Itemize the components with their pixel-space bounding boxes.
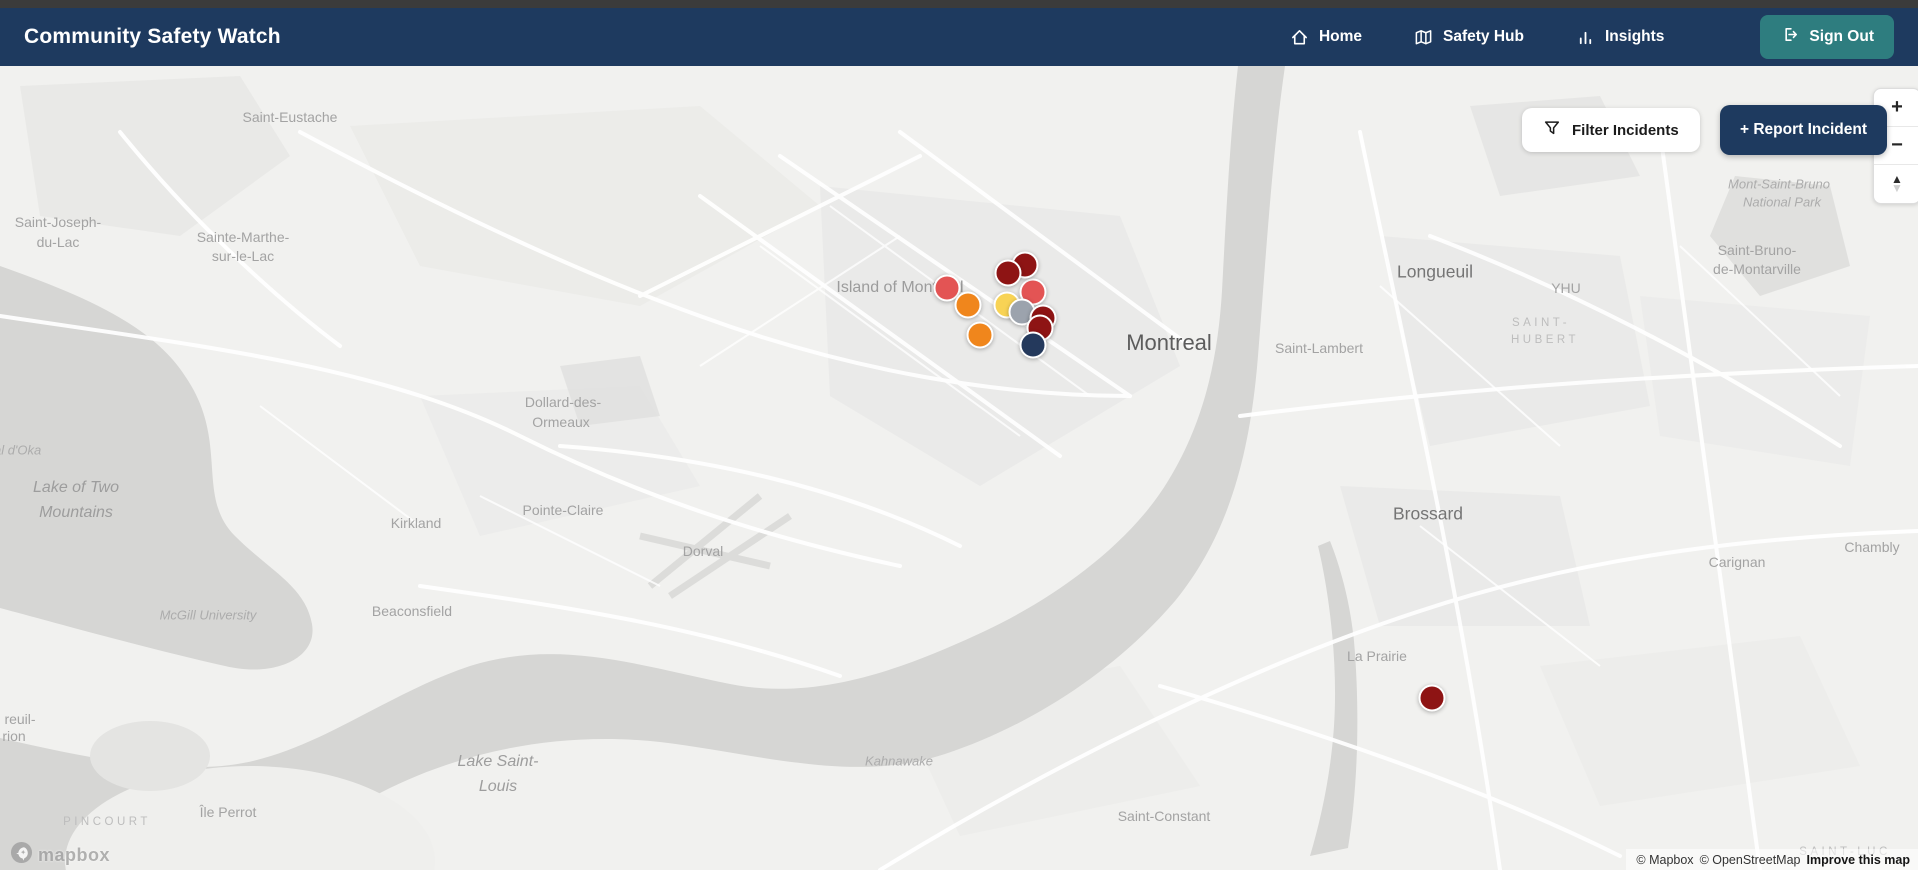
funnel-icon	[1543, 119, 1561, 141]
nav-item-insights[interactable]: Insights	[1576, 28, 1664, 47]
nav-item-safety-hub[interactable]: Safety Hub	[1414, 28, 1524, 47]
home-icon	[1290, 28, 1309, 47]
osm-credit-link[interactable]: © OpenStreetMap	[1700, 853, 1801, 867]
report-incident-button[interactable]: + Report Incident	[1720, 105, 1888, 155]
mapbox-logo-wordmark: mapbox	[38, 844, 111, 865]
improve-map-link[interactable]: Improve this map	[1807, 853, 1911, 867]
incident-marker-critical[interactable]	[1418, 684, 1446, 712]
nav-label: Safety Hub	[1443, 28, 1524, 45]
sign-out-button[interactable]: Sign Out	[1760, 15, 1894, 59]
incident-marker-medium[interactable]	[954, 291, 982, 319]
map-canvas[interactable]: Saint-Eustache Saint-Joseph-du-Lac Sainte-…	[0, 66, 1918, 870]
nav-item-home[interactable]: Home	[1290, 28, 1362, 47]
sign-out-icon	[1780, 25, 1799, 49]
browser-top-strip	[0, 0, 1918, 8]
filter-incidents-button[interactable]: Filter Incidents	[1522, 108, 1700, 152]
filter-incidents-label: Filter Incidents	[1572, 121, 1679, 139]
compass-down-arrow: ▼	[1891, 181, 1903, 195]
compass-button[interactable]: ▲ ▼	[1874, 165, 1918, 203]
map-attribution: © Mapbox © OpenStreetMap Improve this ma…	[1626, 849, 1918, 870]
map-icon	[1414, 28, 1433, 47]
report-incident-label: + Report Incident	[1740, 121, 1868, 138]
mapbox-logo[interactable]: mapbox	[10, 841, 110, 869]
mapbox-logo-icon	[10, 841, 33, 869]
mapbox-credit-link[interactable]: © Mapbox	[1636, 853, 1693, 867]
app-header: Community Safety Watch Home Safety Hub I…	[0, 8, 1918, 66]
nav-label: Insights	[1605, 28, 1665, 45]
incident-marker-other[interactable]	[1019, 331, 1047, 359]
incident-markers-layer	[0, 66, 1918, 870]
incident-marker-medium[interactable]	[966, 321, 994, 349]
bar-chart-icon	[1576, 28, 1595, 47]
sign-out-label: Sign Out	[1809, 28, 1874, 45]
incident-marker-critical[interactable]	[994, 259, 1022, 287]
app-title: Community Safety Watch	[24, 25, 281, 48]
nav-label: Home	[1318, 28, 1363, 45]
main-nav: Home Safety Hub Insights Sign Out	[1290, 15, 1894, 59]
